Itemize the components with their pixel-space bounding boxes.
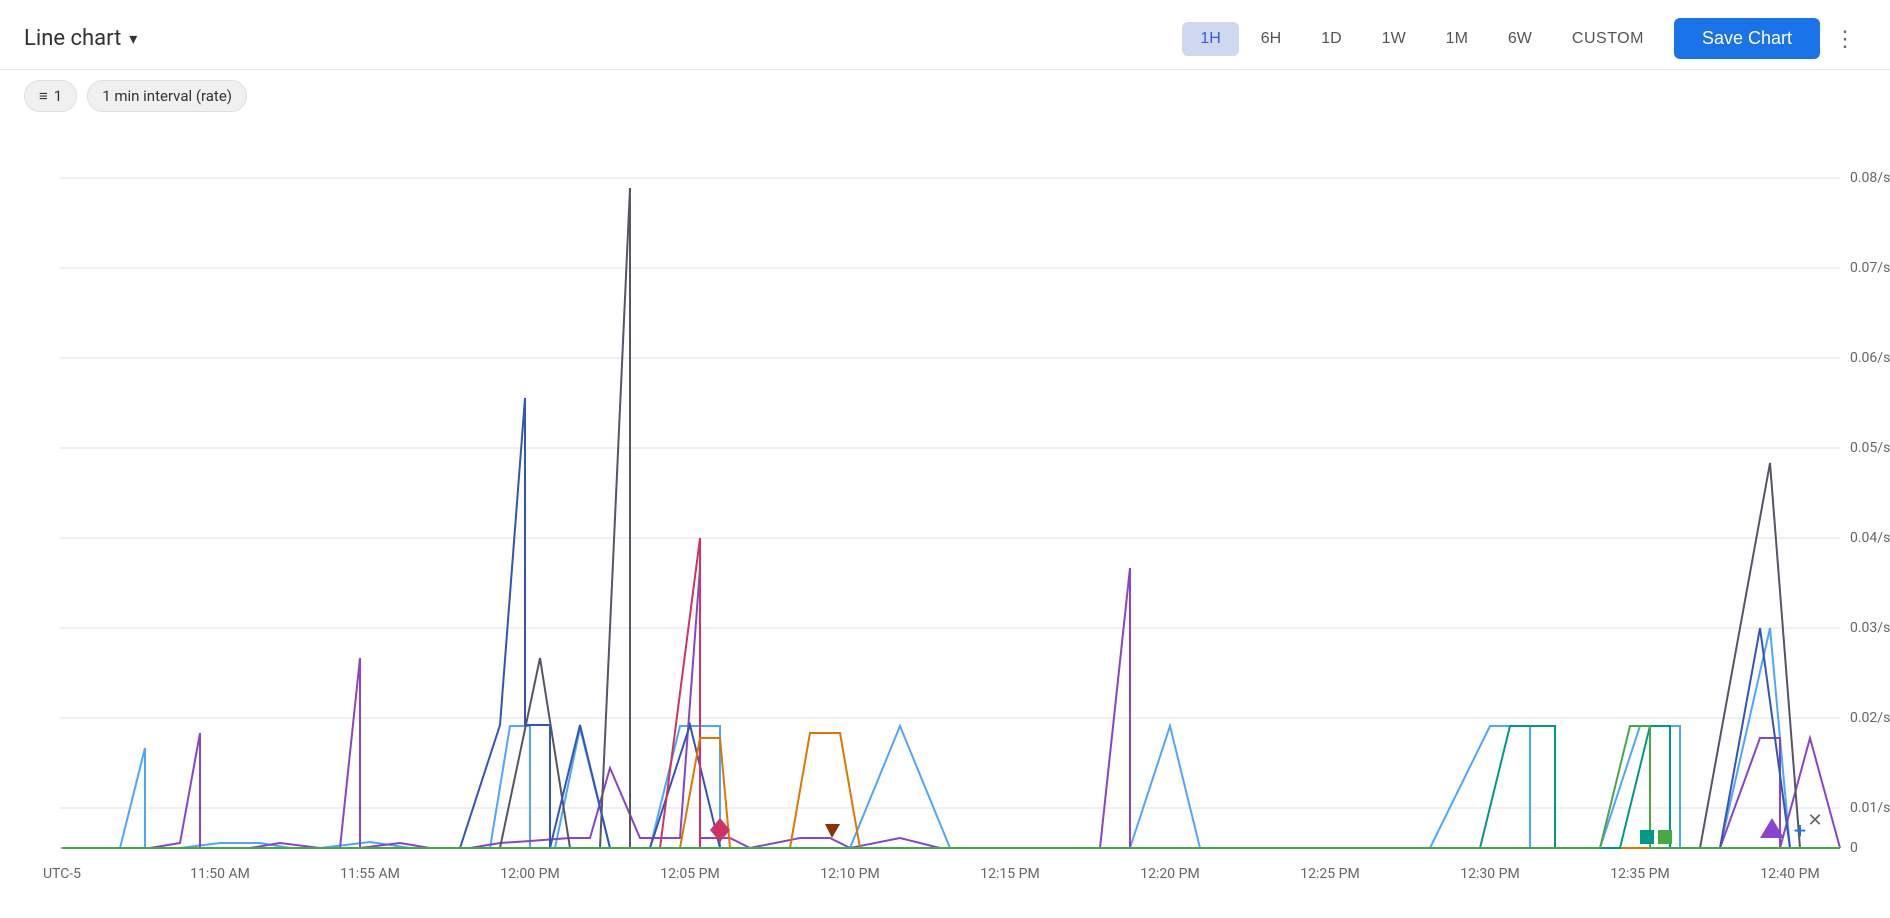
y-label-0.02: 0.02/s: [1850, 710, 1890, 726]
line-darkgray: [62, 188, 1840, 848]
y-label-0.01: 0.01/s: [1850, 800, 1890, 816]
time-btn-6h[interactable]: 6H: [1243, 22, 1299, 56]
filter-icon: ≡: [39, 87, 48, 105]
chart-title-text: Line chart: [24, 26, 121, 51]
y-label-0.08: 0.08/s: [1850, 170, 1890, 186]
line-teal: [62, 726, 1840, 848]
chart-title[interactable]: Line chart ▾: [24, 26, 137, 51]
time-btn-1m[interactable]: 1M: [1428, 22, 1486, 56]
time-btn-custom[interactable]: CUSTOM: [1554, 22, 1662, 56]
y-label-0: 0: [1850, 840, 1858, 856]
x-label-1215: 12:15 PM: [980, 866, 1039, 882]
y-label-0.04: 0.04/s: [1850, 530, 1890, 546]
x-label-1150: 11:50 AM: [190, 866, 250, 882]
x-label-1155: 11:55 AM: [340, 866, 400, 882]
marker-x: ✕: [1807, 810, 1822, 831]
interval-pill[interactable]: 1 min interval (rate): [87, 80, 247, 112]
save-chart-button[interactable]: Save Chart: [1674, 18, 1820, 59]
time-btn-1h[interactable]: 1H: [1182, 22, 1238, 56]
x-label-1205: 12:05 PM: [660, 866, 719, 882]
y-label-0.03: 0.03/s: [1850, 620, 1890, 636]
time-btn-1d[interactable]: 1D: [1303, 22, 1359, 56]
x-label-1235: 12:35 PM: [1610, 866, 1669, 882]
x-label-1210: 12:10 PM: [820, 866, 879, 882]
line-green: [62, 726, 1840, 848]
filter-count: 1: [54, 87, 62, 105]
interval-label: 1 min interval (rate): [102, 87, 232, 105]
y-label-0.06: 0.06/s: [1850, 350, 1890, 366]
time-controls: 1H 6H 1D 1W 1M 6W CUSTOM Save Chart ⋮: [1182, 18, 1866, 59]
sub-header: ≡ 1 1 min interval (rate): [0, 70, 1890, 118]
line-chart-svg: 0.08/s 0.07/s 0.06/s 0.05/s 0.04/s 0.03/…: [0, 118, 1890, 898]
marker-plus: +: [1794, 819, 1806, 844]
x-label-1230: 12:30 PM: [1460, 866, 1519, 882]
marker-square-green: [1658, 830, 1672, 844]
x-label-1220: 12:20 PM: [1140, 866, 1199, 882]
marker-square-teal: [1640, 830, 1654, 844]
line-blue: [62, 628, 1840, 848]
filter-pill[interactable]: ≡ 1: [24, 80, 77, 112]
y-label-0.07: 0.07/s: [1850, 260, 1890, 276]
dropdown-arrow-icon: ▾: [129, 29, 137, 48]
header: Line chart ▾ 1H 6H 1D 1W 1M 6W CUSTOM Sa…: [0, 0, 1890, 70]
chart-area: 0.08/s 0.07/s 0.06/s 0.05/s 0.04/s 0.03/…: [0, 118, 1890, 898]
line-orange: [62, 733, 1840, 848]
x-label-1200: 12:00 PM: [500, 866, 559, 882]
line-pink: [62, 538, 1840, 848]
x-label-1240: 12:40 PM: [1760, 866, 1819, 882]
time-btn-1w[interactable]: 1W: [1364, 22, 1424, 56]
x-label-1225: 12:25 PM: [1300, 866, 1359, 882]
more-options-button[interactable]: ⋮: [1824, 22, 1866, 56]
x-label-utc5: UTC-5: [43, 866, 81, 882]
y-label-0.05: 0.05/s: [1850, 440, 1890, 456]
line-purple: [62, 568, 1840, 848]
time-btn-6w[interactable]: 6W: [1490, 22, 1550, 56]
line-indigo: [62, 398, 1840, 848]
marker-triangle-down: [825, 824, 840, 838]
